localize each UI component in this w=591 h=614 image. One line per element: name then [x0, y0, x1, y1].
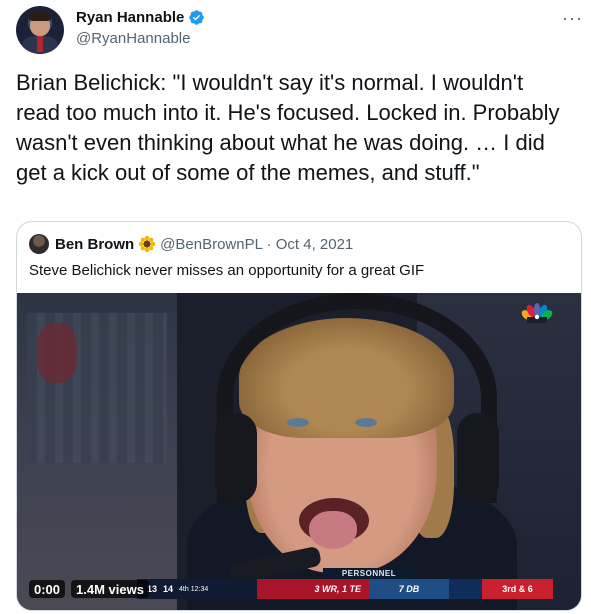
video-time: 0:00 [29, 580, 66, 598]
author-name-row: Ryan Hannable [76, 9, 205, 26]
tweet-text: Brian Belichick: "I wouldn't say it's no… [16, 70, 560, 185]
quoted-header: Ben Brown @BenBrownPL · Oct 4, 2021 [29, 234, 353, 254]
tweet: Ryan Hannable @RyanHannable ··· Brian Be… [0, 0, 591, 614]
score-bug: 13 14 4th 12:34 PERSONNEL 3 WR, 1 TE 7 D… [137, 568, 553, 599]
video-views: 1.4M views [71, 580, 149, 598]
quoted-tweet[interactable]: Ben Brown @BenBrownPL · Oct 4, 2021 Stev… [16, 221, 582, 611]
verified-badge-icon [189, 10, 205, 25]
down-distance: 3rd & 6 [482, 579, 553, 599]
sunflower-icon [138, 235, 156, 253]
personnel-box: PERSONNEL 3 WR, 1 TE 7 DB [257, 568, 482, 599]
author-avatar[interactable] [16, 6, 64, 54]
quoted-handle-date: @BenBrownPL · Oct 4, 2021 [160, 235, 354, 253]
game-clock: 4th 12:34 [179, 585, 209, 593]
team-logo [449, 579, 482, 599]
video-player[interactable]: 13 14 4th 12:34 PERSONNEL 3 WR, 1 TE 7 D… [17, 293, 581, 610]
quoted-author-name[interactable]: Ben Brown [55, 236, 134, 253]
defense-personnel: 7 DB [369, 579, 449, 599]
quoted-text: Steve Belichick never misses an opportun… [29, 262, 425, 279]
offense-personnel: 3 WR, 1 TE [257, 579, 369, 599]
author-name[interactable]: Ryan Hannable [76, 9, 184, 26]
score-right: 14 [163, 584, 174, 594]
author-handle[interactable]: @RyanHannable [76, 30, 190, 47]
score-box: 13 14 4th 12:34 [137, 579, 257, 599]
nbc-peacock-icon [521, 303, 553, 323]
more-options-icon[interactable]: ··· [562, 8, 583, 29]
quoted-avatar[interactable] [29, 234, 49, 254]
